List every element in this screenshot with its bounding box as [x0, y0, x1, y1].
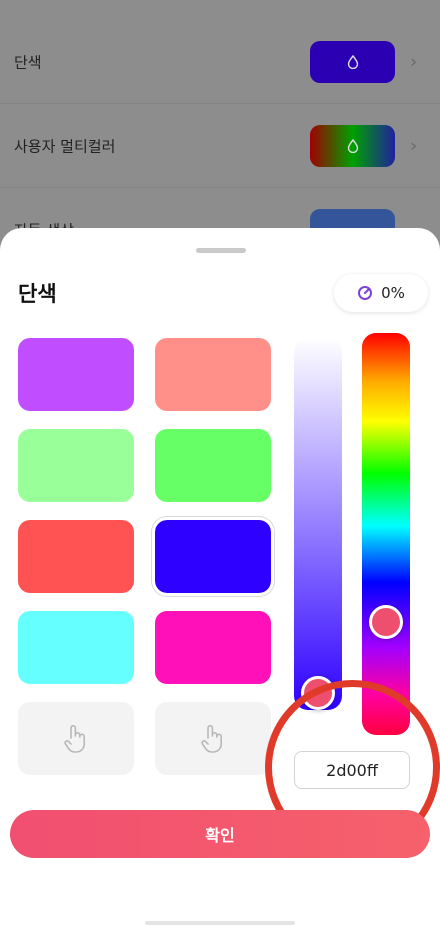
chevron-right-icon: ›	[410, 135, 418, 156]
background-settings-list: 단색 › 사용자 멀티컬러 › 자동 색상 ›	[0, 0, 440, 272]
sheet-drag-handle[interactable]	[196, 248, 246, 253]
color-picker-sheet: 단색 0% 2d00ff 확인	[0, 228, 440, 927]
list-item-multicolor[interactable]: 사용자 멀티컬러 ›	[0, 104, 440, 188]
confirm-button[interactable]: 확인	[10, 810, 430, 858]
color-preview-swatch	[310, 124, 395, 167]
list-item-label: 사용자 멀티컬러	[14, 137, 116, 155]
color-preview-swatch	[310, 40, 395, 83]
tap-hand-icon	[64, 724, 85, 753]
saturation-slider-thumb[interactable]	[301, 676, 335, 710]
color-swatch[interactable]	[18, 429, 134, 502]
percent-value: 0%	[381, 284, 405, 302]
gauge-icon	[358, 286, 373, 300]
empty-swatch-slot[interactable]	[18, 702, 134, 775]
color-swatch[interactable]	[155, 338, 271, 411]
hex-color-input[interactable]: 2d00ff	[294, 751, 410, 789]
list-item-solid-color[interactable]: 단색 ›	[0, 20, 440, 104]
home-indicator	[145, 921, 295, 925]
list-item-label: 단색	[14, 53, 42, 71]
sheet-title: 단색	[18, 282, 57, 306]
brightness-percent-button[interactable]: 0%	[334, 274, 428, 312]
saturation-slider[interactable]	[294, 338, 342, 710]
color-swatch-selected[interactable]	[152, 517, 274, 596]
drop-icon	[347, 138, 358, 153]
tap-hand-icon	[201, 724, 222, 753]
color-swatch[interactable]	[18, 520, 134, 593]
hue-slider[interactable]	[362, 333, 410, 735]
color-swatch[interactable]	[155, 429, 271, 502]
chevron-right-icon: ›	[410, 51, 418, 72]
color-swatch[interactable]	[155, 611, 271, 684]
color-swatch[interactable]	[18, 338, 134, 411]
empty-swatch-slot[interactable]	[155, 702, 271, 775]
hue-slider-thumb[interactable]	[369, 605, 403, 640]
color-swatch[interactable]	[18, 611, 134, 684]
drop-icon	[347, 54, 358, 69]
